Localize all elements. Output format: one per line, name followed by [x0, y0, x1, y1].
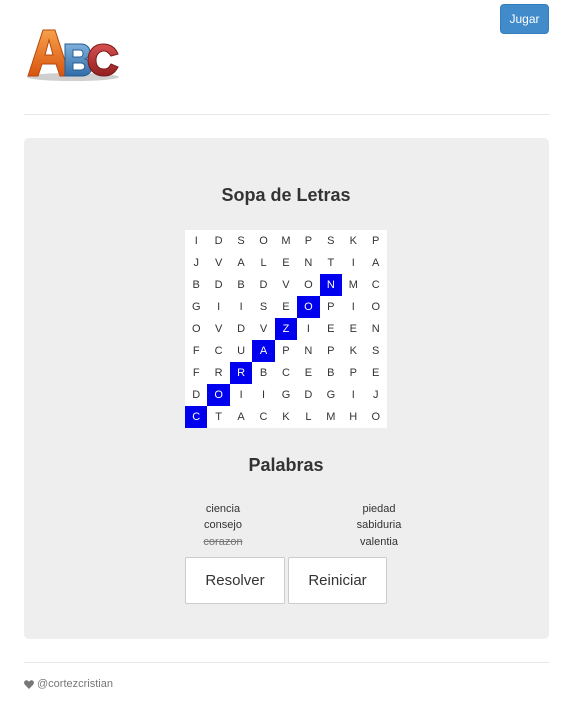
- grid-cell[interactable]: I: [185, 230, 207, 252]
- grid-cell[interactable]: N: [297, 340, 319, 362]
- abc-logo: [27, 29, 119, 81]
- grid-cell[interactable]: P: [342, 362, 364, 384]
- grid-cell[interactable]: I: [342, 296, 364, 318]
- grid-cell-selected[interactable]: A: [252, 340, 275, 362]
- heart-icon: [24, 679, 34, 689]
- grid-cell[interactable]: O: [297, 274, 319, 296]
- word-item: valentia: [360, 536, 398, 548]
- grid-cell[interactable]: K: [342, 340, 364, 362]
- grid-cell[interactable]: B: [252, 362, 274, 384]
- grid-cell-selected[interactable]: R: [229, 362, 253, 384]
- grid-cell[interactable]: R: [207, 362, 229, 384]
- grid-cell[interactable]: I: [342, 384, 364, 406]
- grid-cell[interactable]: D: [185, 384, 207, 406]
- grid-cell[interactable]: I: [230, 296, 252, 318]
- grid-cell[interactable]: T: [320, 252, 342, 274]
- grid-cell[interactable]: B: [230, 274, 252, 296]
- grid-cell[interactable]: P: [275, 340, 297, 362]
- game-title: Sopa de Letras: [221, 185, 351, 205]
- play-button[interactable]: Jugar: [500, 4, 549, 34]
- grid-cell-selected[interactable]: N: [319, 274, 343, 296]
- grid-cell[interactable]: G: [275, 384, 297, 406]
- grid-cell[interactable]: J: [365, 384, 387, 406]
- grid-cell[interactable]: E: [320, 318, 342, 340]
- grid-cell[interactable]: B: [320, 362, 342, 384]
- grid-cell[interactable]: V: [275, 274, 297, 296]
- grid-cell[interactable]: O: [252, 230, 274, 252]
- grid-cell[interactable]: P: [320, 296, 342, 318]
- grid-cell[interactable]: S: [365, 340, 387, 362]
- grid-cell[interactable]: E: [275, 296, 297, 318]
- word-item: sabiduria: [356, 519, 402, 531]
- grid-cell[interactable]: S: [252, 296, 274, 318]
- grid-cell[interactable]: I: [342, 252, 364, 274]
- header-divider: [24, 114, 549, 115]
- grid-cell[interactable]: O: [365, 406, 387, 428]
- grid-cell[interactable]: S: [230, 230, 252, 252]
- footer: @cortezcristian: [24, 678, 113, 690]
- grid-cell[interactable]: G: [320, 384, 342, 406]
- grid-cell[interactable]: N: [365, 318, 387, 340]
- grid-cell[interactable]: H: [342, 406, 364, 428]
- grid-cell[interactable]: G: [185, 296, 207, 318]
- grid-cell[interactable]: N: [297, 252, 319, 274]
- grid-cell[interactable]: C: [275, 362, 297, 384]
- grid-cell[interactable]: C: [207, 340, 229, 362]
- grid-cell[interactable]: A: [230, 252, 252, 274]
- grid-cell[interactable]: A: [365, 252, 387, 274]
- solve-button[interactable]: Resolver: [185, 557, 285, 604]
- grid-cell[interactable]: P: [297, 230, 319, 252]
- word-item-found: corazon: [203, 536, 243, 548]
- footer-credit: @cortezcristian: [37, 678, 113, 690]
- grid-cell[interactable]: P: [365, 230, 387, 252]
- reset-button[interactable]: Reiniciar: [288, 557, 387, 604]
- grid-cell[interactable]: D: [230, 318, 252, 340]
- grid-cell[interactable]: V: [207, 318, 229, 340]
- letter-grid: IDSOMPSKPJVALENTIABDBDVONMCGIISEOPIOOVDV…: [185, 230, 387, 428]
- grid-cell[interactable]: U: [230, 340, 252, 362]
- grid-cell[interactable]: D: [252, 274, 274, 296]
- grid-cell-selected[interactable]: Z: [274, 318, 298, 340]
- grid-cell[interactable]: I: [230, 384, 252, 406]
- grid-cell[interactable]: K: [342, 230, 364, 252]
- grid-cell[interactable]: E: [365, 362, 387, 384]
- grid-cell[interactable]: M: [342, 274, 364, 296]
- words-title: Palabras: [248, 455, 324, 475]
- grid-cell[interactable]: T: [207, 406, 229, 428]
- grid-cell[interactable]: D: [207, 230, 229, 252]
- grid-cell[interactable]: I: [252, 384, 274, 406]
- grid-cell[interactable]: D: [207, 274, 229, 296]
- grid-cell[interactable]: L: [297, 406, 319, 428]
- grid-cell[interactable]: B: [185, 274, 207, 296]
- grid-cell[interactable]: V: [252, 318, 274, 340]
- grid-cell[interactable]: V: [207, 252, 229, 274]
- word-item: ciencia: [205, 503, 241, 515]
- grid-cell[interactable]: M: [275, 230, 297, 252]
- grid-cell[interactable]: A: [230, 406, 252, 428]
- grid-cell[interactable]: K: [275, 406, 297, 428]
- grid-cell[interactable]: O: [365, 296, 387, 318]
- grid-cell[interactable]: M: [320, 406, 342, 428]
- grid-cell[interactable]: D: [297, 384, 319, 406]
- grid-cell[interactable]: E: [275, 252, 297, 274]
- grid-cell[interactable]: I: [297, 318, 319, 340]
- grid-cell-selected[interactable]: C: [185, 406, 208, 428]
- grid-cell[interactable]: I: [207, 296, 229, 318]
- grid-cell[interactable]: S: [320, 230, 342, 252]
- word-item: consejo: [204, 519, 242, 531]
- footer-divider: [24, 662, 549, 663]
- grid-cell[interactable]: C: [365, 274, 387, 296]
- grid-cell[interactable]: L: [252, 252, 274, 274]
- grid-cell[interactable]: P: [320, 340, 342, 362]
- grid-cell[interactable]: E: [297, 362, 319, 384]
- grid-cell[interactable]: E: [342, 318, 364, 340]
- grid-cell-selected[interactable]: O: [207, 384, 230, 406]
- word-item: piedad: [362, 503, 396, 515]
- grid-cell[interactable]: F: [185, 340, 207, 362]
- grid-cell-selected[interactable]: O: [297, 296, 320, 318]
- grid-cell[interactable]: J: [185, 252, 207, 274]
- grid-cell[interactable]: C: [252, 406, 274, 428]
- grid-cell[interactable]: O: [185, 318, 207, 340]
- grid-cell[interactable]: F: [185, 362, 207, 384]
